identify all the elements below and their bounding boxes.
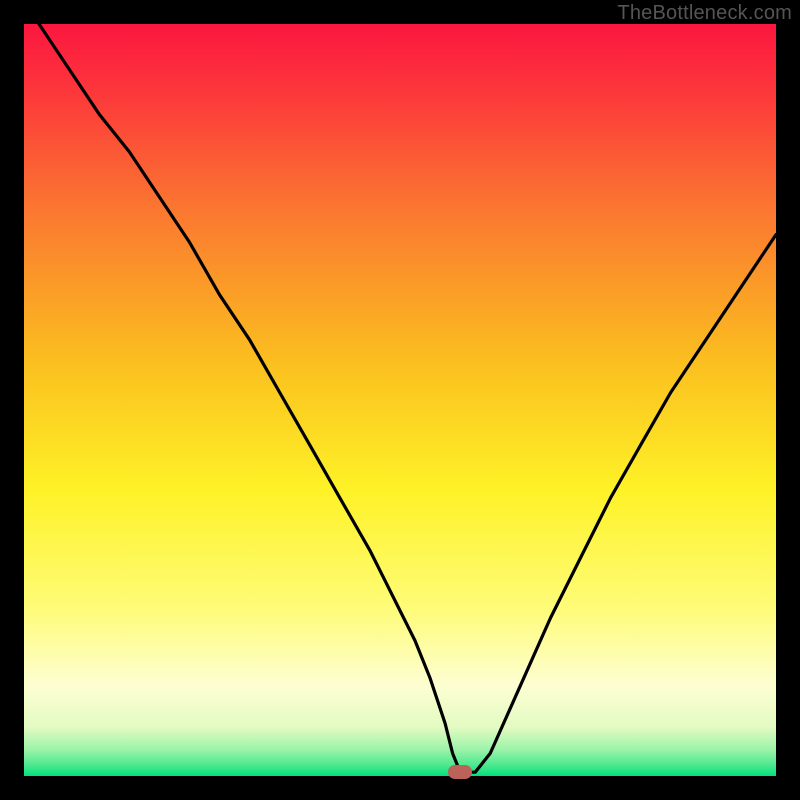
bottleneck-marker xyxy=(448,765,472,779)
gradient-background xyxy=(24,24,776,776)
chart-frame: TheBottleneck.com xyxy=(0,0,800,800)
chart-svg xyxy=(24,24,776,776)
watermark-text: TheBottleneck.com xyxy=(617,2,792,25)
plot-area xyxy=(24,24,776,776)
